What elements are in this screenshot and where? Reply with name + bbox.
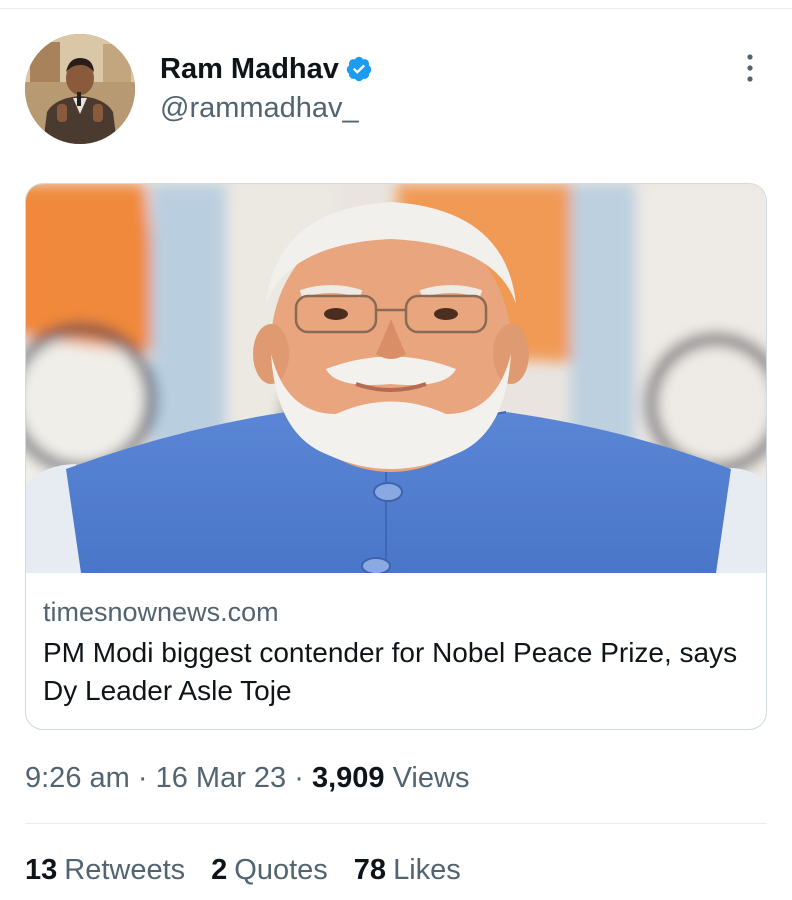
tweet-time[interactable]: 9:26 am xyxy=(25,762,130,794)
display-name[interactable]: Ram Madhav xyxy=(160,52,339,86)
quotes-count: 2 xyxy=(211,854,228,886)
tweet-meta: 9:26 am · 16 Mar 23 · 3,909 Views xyxy=(25,760,469,796)
card-text: timesnownews.com PM Modi biggest contend… xyxy=(43,594,750,710)
author-info: Ram Madhav @rammadhav_ xyxy=(160,52,373,128)
divider xyxy=(25,823,767,824)
avatar[interactable] xyxy=(25,34,135,144)
retweets-label: Retweets xyxy=(64,854,186,886)
quotes-stat[interactable]: 2 Quotes xyxy=(211,852,328,888)
retweets-stat[interactable]: 13 Retweets xyxy=(25,852,185,888)
name-row: Ram Madhav xyxy=(160,52,373,86)
top-divider xyxy=(0,8,792,9)
handle[interactable]: @rammadhav_ xyxy=(160,88,373,128)
avatar-photo xyxy=(25,34,135,144)
card-domain: timesnownews.com xyxy=(43,597,279,627)
likes-stat[interactable]: 78 Likes xyxy=(354,852,461,888)
views-label: Views xyxy=(392,762,470,794)
meta-separator: · xyxy=(294,762,304,794)
card-title: PM Modi biggest contender for Nobel Peac… xyxy=(43,637,738,706)
likes-label: Likes xyxy=(393,854,461,886)
engagement-stats: 13 Retweets 2 Quotes 78 Likes xyxy=(25,852,461,888)
card-image xyxy=(26,184,766,573)
meta-separator: · xyxy=(137,762,148,794)
views-count: 3,909 xyxy=(311,762,385,794)
link-card[interactable]: timesnownews.com PM Modi biggest contend… xyxy=(25,183,767,730)
more-vertical-icon xyxy=(747,54,753,82)
retweets-count: 13 xyxy=(25,854,58,886)
likes-count: 78 xyxy=(353,854,387,886)
quotes-label: Quotes xyxy=(234,854,328,886)
verified-badge-icon xyxy=(346,56,372,82)
tweet-date[interactable]: 16 Mar 23 xyxy=(156,762,287,794)
more-options-button[interactable] xyxy=(735,50,765,86)
